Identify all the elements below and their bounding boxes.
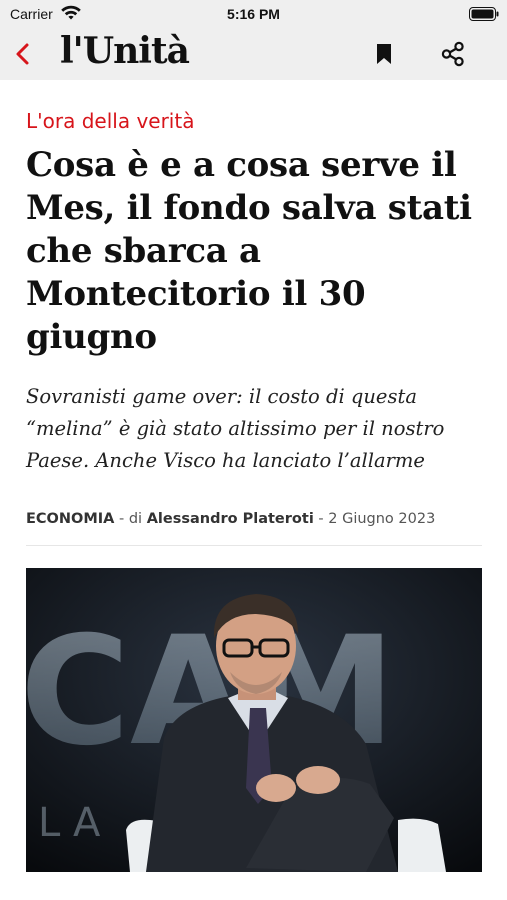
battery-icon <box>469 7 499 21</box>
status-time: 5:16 PM <box>227 6 280 22</box>
article-headline: Cosa è e a cosa serve il Mes, il fondo s… <box>26 145 472 357</box>
article-byline: ECONOMIA - di Alessandro Plateroti - 2 G… <box>26 511 482 527</box>
status-bar: Carrier 5:16 PM <box>0 0 507 28</box>
byline-by: - di <box>119 511 143 527</box>
byline-sep: - <box>318 511 324 527</box>
back-button[interactable] <box>12 40 36 68</box>
byline-date: 2 Giugno 2023 <box>328 511 436 527</box>
app-logo: l'Unità <box>60 30 190 72</box>
article-kicker: L'ora della verità <box>26 109 195 133</box>
backdrop-letters-small: L A <box>38 800 101 846</box>
nav-bar: l'Unità <box>0 28 507 80</box>
bookmark-button[interactable] <box>374 42 394 66</box>
article-photo[interactable]: CAM L A <box>26 568 482 872</box>
article-subtitle: Sovranisti game over: il costo di questa… <box>26 385 445 472</box>
share-button[interactable] <box>440 40 466 68</box>
byline-author[interactable]: Alessandro Plateroti <box>147 511 314 527</box>
article: L'ora della verità Cosa è e a cosa serve… <box>26 80 482 546</box>
bookmark-icon <box>377 44 391 64</box>
photo-illustration: CAM L A <box>26 568 482 872</box>
share-icon <box>441 41 464 67</box>
divider <box>26 545 482 546</box>
chevron-left-icon <box>16 43 29 65</box>
byline-section[interactable]: ECONOMIA <box>26 511 114 527</box>
